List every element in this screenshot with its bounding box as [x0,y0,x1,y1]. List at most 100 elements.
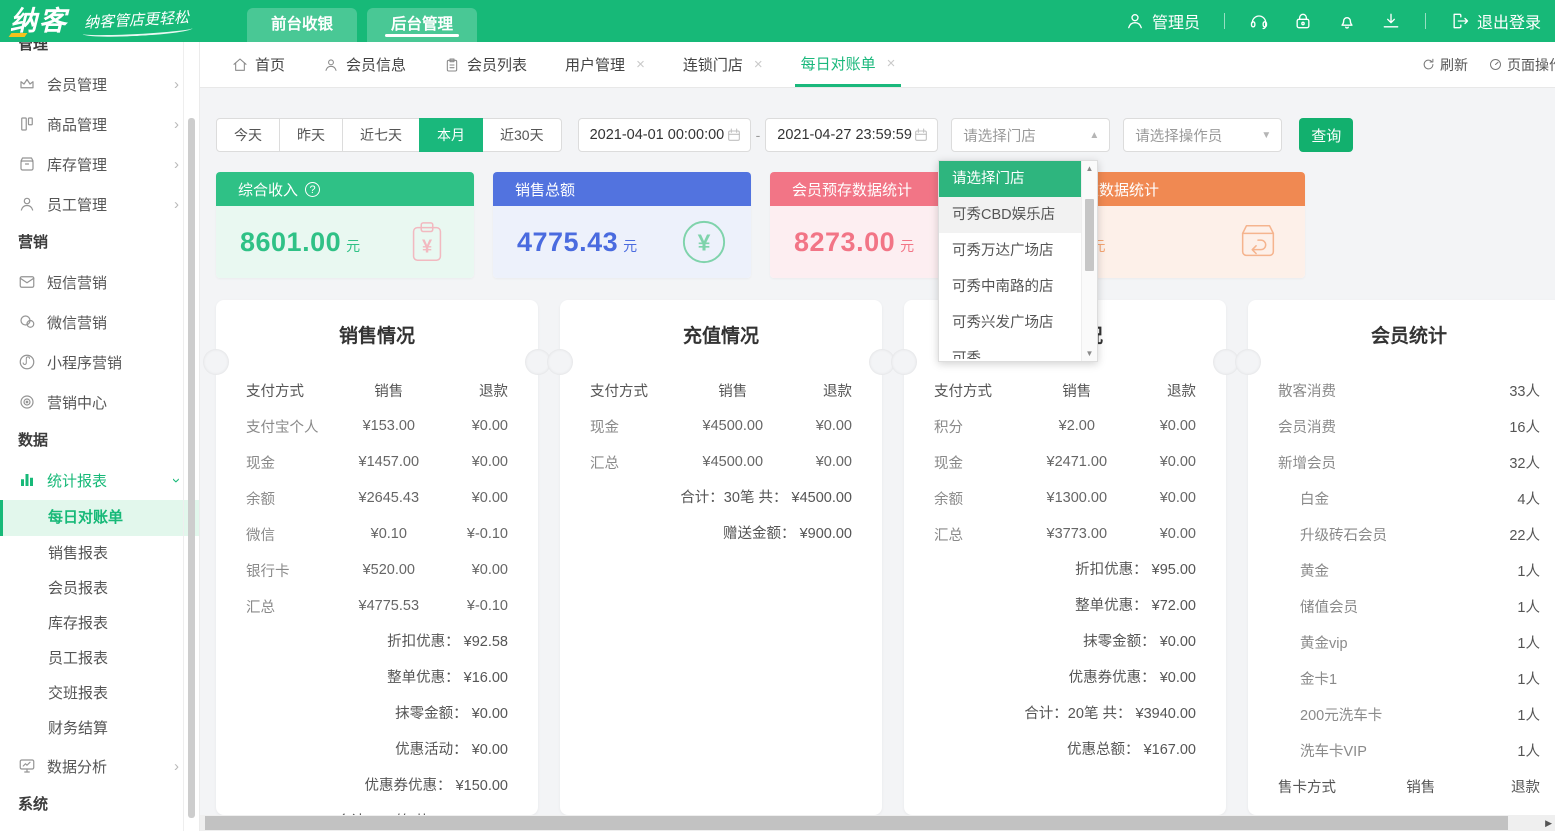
chevron-right-icon: › [174,758,179,775]
stat-row: 金卡11人 [1248,660,1555,696]
sidebar-item-report-center[interactable]: 统计报表› [0,460,199,500]
logout-icon [1450,11,1470,31]
sidebar-item-label: 短信营销 [47,272,107,293]
close-icon[interactable]: × [887,55,896,72]
date-to-input[interactable]: 2021-04-27 23:59:59 [765,118,938,152]
store-select[interactable]: 请选择门店 ▲ [951,118,1110,152]
tab-label: 会员信息 [346,54,406,75]
sidebar-item-sms-marketing[interactable]: 短信营销 [0,262,199,302]
mail-icon [18,273,36,291]
dropdown-option-store5-partial[interactable]: 可秀 [939,341,1081,359]
range-last7-button[interactable]: 近七天 [342,118,420,152]
dropdown-option-placeholder[interactable]: 请选择门店 [939,161,1081,197]
dropdown-scrollbar[interactable]: ▲ ▼ [1081,161,1097,361]
sidebar: 管理 会员管理› 商品管理› 库存管理 › 员工管理› 营销 短信营销 微信营销 [0,42,200,831]
close-icon[interactable]: × [636,56,645,73]
summary-row: 整单优惠： ¥16.00 [216,660,538,696]
refresh-icon [1421,57,1436,72]
sidebar-item-sales-report[interactable]: 销售报表 [0,536,199,571]
chevron-right-icon: › [174,156,179,173]
tab-strip: 首页 会员信息 会员列表 用户管理× 连锁门店× 每日对账单× [200,42,1555,88]
dropdown-scrollbar-thumb[interactable] [1085,199,1094,271]
panel-title: 销售情况 [216,324,538,350]
sidebar-item-data-analysis[interactable]: 数据分析› [0,746,199,786]
horizontal-scrollbar[interactable]: ▶ [200,815,1555,831]
sidebar-item-miniprogram-marketing[interactable]: 小程序营销 [0,342,199,382]
summary-row: 优惠券优惠： ¥0.00 [904,660,1226,696]
miniprogram-icon [18,353,36,371]
nav-front-cashier[interactable]: 前台收银 [247,8,357,42]
operator-select[interactable]: 请选择操作员 ▼ [1123,118,1282,152]
card-value: 8273.00元 [794,227,915,258]
tab-user-mgmt[interactable]: 用户管理× [559,42,651,87]
chevron-right-icon: › [174,196,179,213]
summary-row: 优惠活动： ¥0.00 [216,732,538,768]
dropdown-option-store1[interactable]: 可秀CBD娱乐店 [939,197,1081,233]
lock-icon[interactable] [1293,11,1313,31]
bell-icon[interactable] [1337,11,1357,31]
tab-member-list[interactable]: 会员列表 [438,42,533,87]
goods-icon [18,115,36,133]
tab-home[interactable]: 首页 [226,42,291,87]
summary-row: 优惠总额： ¥167.00 [904,732,1226,768]
logout-button[interactable]: 退出登录 [1450,9,1541,33]
panel-title: 会员统计 [1248,324,1555,350]
sidebar-item-label: 库存管理 [47,154,107,175]
sidebar-section-marketing: 营销 [0,224,199,262]
dropdown-option-store2[interactable]: 可秀万达广场店 [939,233,1081,269]
sidebar-item-shift-report[interactable]: 交班报表 [0,676,199,711]
range-last30-button[interactable]: 近30天 [482,118,562,152]
tab-daily-statement[interactable]: 每日对账单× [795,42,902,87]
range-today-button[interactable]: 今天 [216,118,280,152]
horizontal-scrollbar-thumb[interactable] [205,816,1508,830]
range-yesterday-button[interactable]: 昨天 [279,118,343,152]
user-name: 管理员 [1152,9,1200,33]
headset-icon[interactable] [1249,11,1269,31]
sidebar-scrollbar-thumb[interactable] [188,118,195,818]
topbar: 纳客 纳客管店更轻松 前台收银 后台管理 管理员 退出登录 [0,0,1555,42]
sidebar-item-finance-settle[interactable]: 财务结算 [0,711,199,746]
refresh-button[interactable]: 刷新 [1421,55,1468,75]
dropdown-option-store4[interactable]: 可秀兴发广场店 [939,305,1081,341]
stat-row: 会员消费16人 [1248,408,1555,444]
sidebar-section-data: 数据 [0,422,199,460]
page-operations-button[interactable]: 页面操作 [1488,55,1555,75]
sidebar-item-goods-mgmt[interactable]: 商品管理› [0,104,199,144]
panel-recharge: 充值情况 支付方式销售退款 现金¥4500.00¥0.00 汇总¥4500.00… [560,300,882,815]
scroll-down-icon[interactable]: ▼ [1082,349,1097,358]
sidebar-item-daily-statement[interactable]: 每日对账单 [0,500,199,536]
dropdown-option-store3[interactable]: 可秀中南路的店 [939,269,1081,305]
sidebar-item-staff-mgmt[interactable]: 员工管理› [0,184,199,224]
nav-back-admin[interactable]: 后台管理 [367,8,477,42]
summary-row: 合计：30笔 共： ¥4500.00 [560,480,882,516]
table-row: 现金¥2471.00¥0.00 [904,444,1226,480]
close-icon[interactable]: × [754,56,763,73]
tab-member-info[interactable]: 会员信息 [317,42,412,87]
user-icon [323,57,339,73]
sidebar-scrollbar-track[interactable] [183,42,199,831]
sidebar-item-wechat-marketing[interactable]: 微信营销 [0,302,199,342]
scroll-up-icon[interactable]: ▲ [1082,164,1097,173]
date-from-value: 2021-04-01 00:00:00 [590,127,725,143]
table-row: 现金¥4500.00¥0.00 [560,408,882,444]
sidebar-item-marketing-center[interactable]: 营销中心 [0,382,199,422]
scroll-right-icon[interactable]: ▶ [1545,818,1552,829]
top-nav: 前台收银 后台管理 [247,8,487,42]
sidebar-item-member-mgmt[interactable]: 会员管理› [0,64,199,104]
sidebar-item-staff-report[interactable]: 员工报表 [0,641,199,676]
calendar-icon [913,127,929,143]
help-icon[interactable]: ? [305,182,320,197]
sidebar-item-member-report[interactable]: 会员报表 [0,571,199,606]
download-icon[interactable] [1381,11,1401,31]
range-month-button[interactable]: 本月 [419,118,483,152]
filter-bar: 今天 昨天 近七天 本月 近30天 2021-04-01 00:00:00 - … [216,118,1555,152]
store-select-value: 请选择门店 [963,125,1036,146]
table-row: 支付宝个人¥153.00¥0.00 [216,408,538,444]
sidebar-item-stock-report[interactable]: 库存报表 [0,606,199,641]
sidebar-item-stock-mgmt[interactable]: 库存管理 › [0,144,199,184]
sidebar-section-top: 管理 [0,42,199,64]
tab-chain-store[interactable]: 连锁门店× [677,42,769,87]
query-button[interactable]: 查询 [1299,118,1353,152]
current-user[interactable]: 管理员 [1125,9,1200,33]
date-from-input[interactable]: 2021-04-01 00:00:00 [578,118,751,152]
